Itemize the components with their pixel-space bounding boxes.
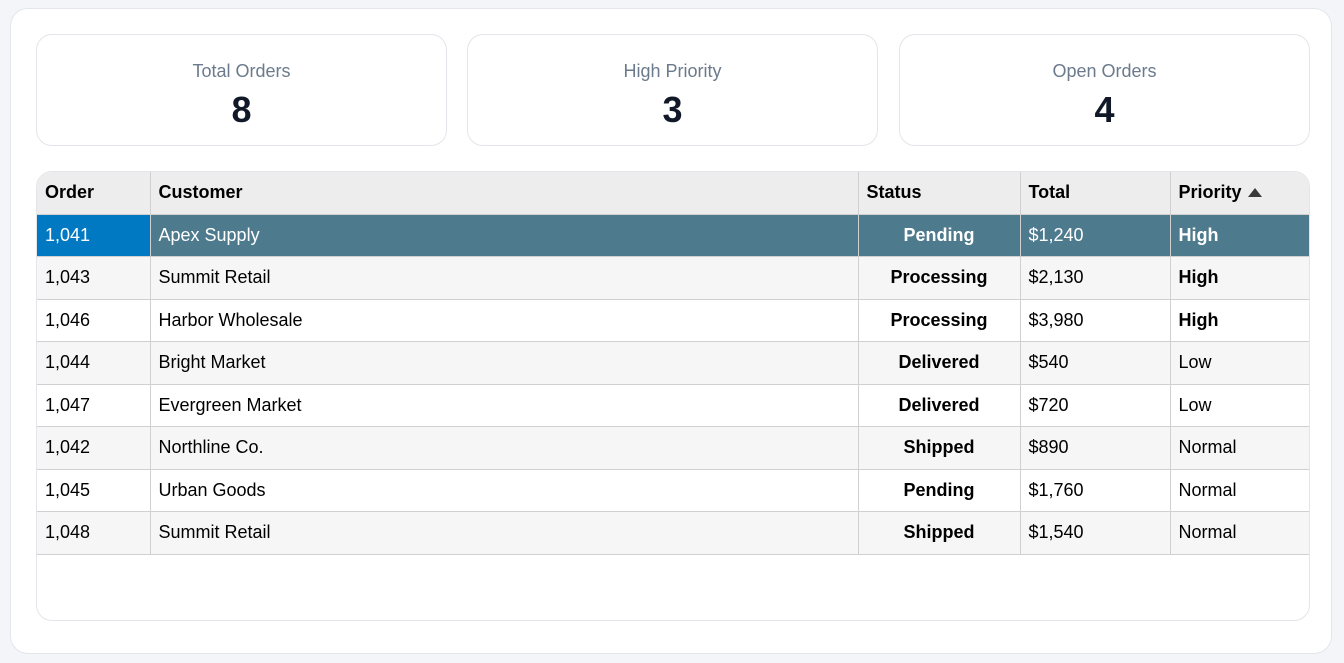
cell-total[interactable]: $1,540: [1020, 511, 1171, 555]
sort-ascending-icon: [1247, 188, 1262, 198]
kpi-card-open-orders: Open Orders 4: [899, 34, 1310, 146]
cell-order[interactable]: 1,044: [37, 341, 151, 385]
column-header-order[interactable]: Order: [37, 172, 151, 215]
cell-total[interactable]: $2,130: [1020, 256, 1171, 300]
cell-priority[interactable]: Normal: [1170, 469, 1309, 512]
cell-status[interactable]: Shipped: [858, 426, 1021, 470]
kpi-card-high-priority: High Priority 3: [467, 34, 878, 146]
cell-customer[interactable]: Urban Goods: [150, 469, 859, 512]
kpi-row: Total Orders 8 High Priority 3 Open Orde…: [36, 34, 1310, 146]
column-header-status[interactable]: Status: [858, 172, 1021, 215]
cell-order[interactable]: 1,047: [37, 384, 151, 427]
cell-total[interactable]: $720: [1020, 384, 1171, 427]
column-header-total[interactable]: Total: [1020, 172, 1171, 215]
cell-status[interactable]: Shipped: [858, 511, 1021, 555]
cell-status[interactable]: Processing: [858, 299, 1021, 342]
orders-table: Order Customer Status Total Priority 1,0…: [37, 172, 1309, 555]
column-header-priority[interactable]: Priority: [1170, 172, 1309, 215]
table-row[interactable]: 1,045 Urban Goods Pending $1,760 Normal: [37, 469, 1309, 512]
cell-customer[interactable]: Summit Retail: [150, 256, 859, 300]
cell-order[interactable]: 1,042: [37, 426, 151, 470]
cell-status[interactable]: Processing: [858, 256, 1021, 300]
column-header-customer[interactable]: Customer: [150, 172, 859, 215]
table-row[interactable]: 1,046 Harbor Wholesale Processing $3,980…: [37, 299, 1309, 342]
kpi-value: 8: [231, 89, 252, 130]
kpi-label: Open Orders: [1052, 61, 1157, 81]
column-header-label: Priority: [1178, 182, 1242, 203]
cell-order[interactable]: 1,041: [37, 214, 151, 257]
cell-priority[interactable]: Low: [1170, 341, 1309, 385]
kpi-value: 3: [662, 89, 683, 130]
kpi-label: High Priority: [623, 61, 722, 81]
cell-order[interactable]: 1,043: [37, 256, 151, 300]
column-header-label: Order: [45, 182, 95, 203]
cell-status[interactable]: Delivered: [858, 384, 1021, 427]
cell-priority[interactable]: High: [1170, 299, 1309, 342]
cell-status[interactable]: Pending: [858, 469, 1021, 512]
cell-status[interactable]: Pending: [858, 214, 1021, 257]
cell-priority[interactable]: Low: [1170, 384, 1309, 427]
dashboard-panel: Total Orders 8 High Priority 3 Open Orde…: [10, 8, 1332, 654]
column-header-label: Status: [866, 182, 922, 203]
cell-order[interactable]: 1,045: [37, 469, 151, 512]
cell-order[interactable]: 1,046: [37, 299, 151, 342]
orders-grid: Order Customer Status Total Priority 1,0…: [36, 171, 1310, 621]
cell-priority[interactable]: Normal: [1170, 426, 1309, 470]
cell-total[interactable]: $1,240: [1020, 214, 1171, 257]
cell-customer[interactable]: Summit Retail: [150, 511, 859, 555]
cell-customer[interactable]: Northline Co.: [150, 426, 859, 470]
table-row[interactable]: 1,047 Evergreen Market Delivered $720 Lo…: [37, 384, 1309, 427]
kpi-card-total-orders: Total Orders 8: [36, 34, 447, 146]
cell-priority[interactable]: High: [1170, 214, 1309, 257]
cell-total[interactable]: $540: [1020, 341, 1171, 385]
kpi-label: Total Orders: [192, 61, 291, 81]
cell-customer[interactable]: Harbor Wholesale: [150, 299, 859, 342]
table-header-row: Order Customer Status Total Priority: [37, 172, 1309, 215]
table-row[interactable]: 1,043 Summit Retail Processing $2,130 Hi…: [37, 256, 1309, 300]
cell-customer[interactable]: Evergreen Market: [150, 384, 859, 427]
table-row[interactable]: 1,042 Northline Co. Shipped $890 Normal: [37, 426, 1309, 470]
cell-customer[interactable]: Bright Market: [150, 341, 859, 385]
kpi-value: 4: [1094, 89, 1115, 130]
cell-total[interactable]: $3,980: [1020, 299, 1171, 342]
cell-priority[interactable]: High: [1170, 256, 1309, 300]
column-header-label: Total: [1028, 182, 1071, 203]
cell-total[interactable]: $890: [1020, 426, 1171, 470]
cell-status[interactable]: Delivered: [858, 341, 1021, 385]
cell-priority[interactable]: Normal: [1170, 511, 1309, 555]
cell-customer[interactable]: Apex Supply: [150, 214, 859, 257]
table-row[interactable]: 1,041 Apex Supply Pending $1,240 High: [37, 214, 1309, 257]
cell-total[interactable]: $1,760: [1020, 469, 1171, 512]
table-row[interactable]: 1,048 Summit Retail Shipped $1,540 Norma…: [37, 511, 1309, 555]
table-row[interactable]: 1,044 Bright Market Delivered $540 Low: [37, 341, 1309, 385]
cell-order[interactable]: 1,048: [37, 511, 151, 555]
column-header-label: Customer: [158, 182, 243, 203]
